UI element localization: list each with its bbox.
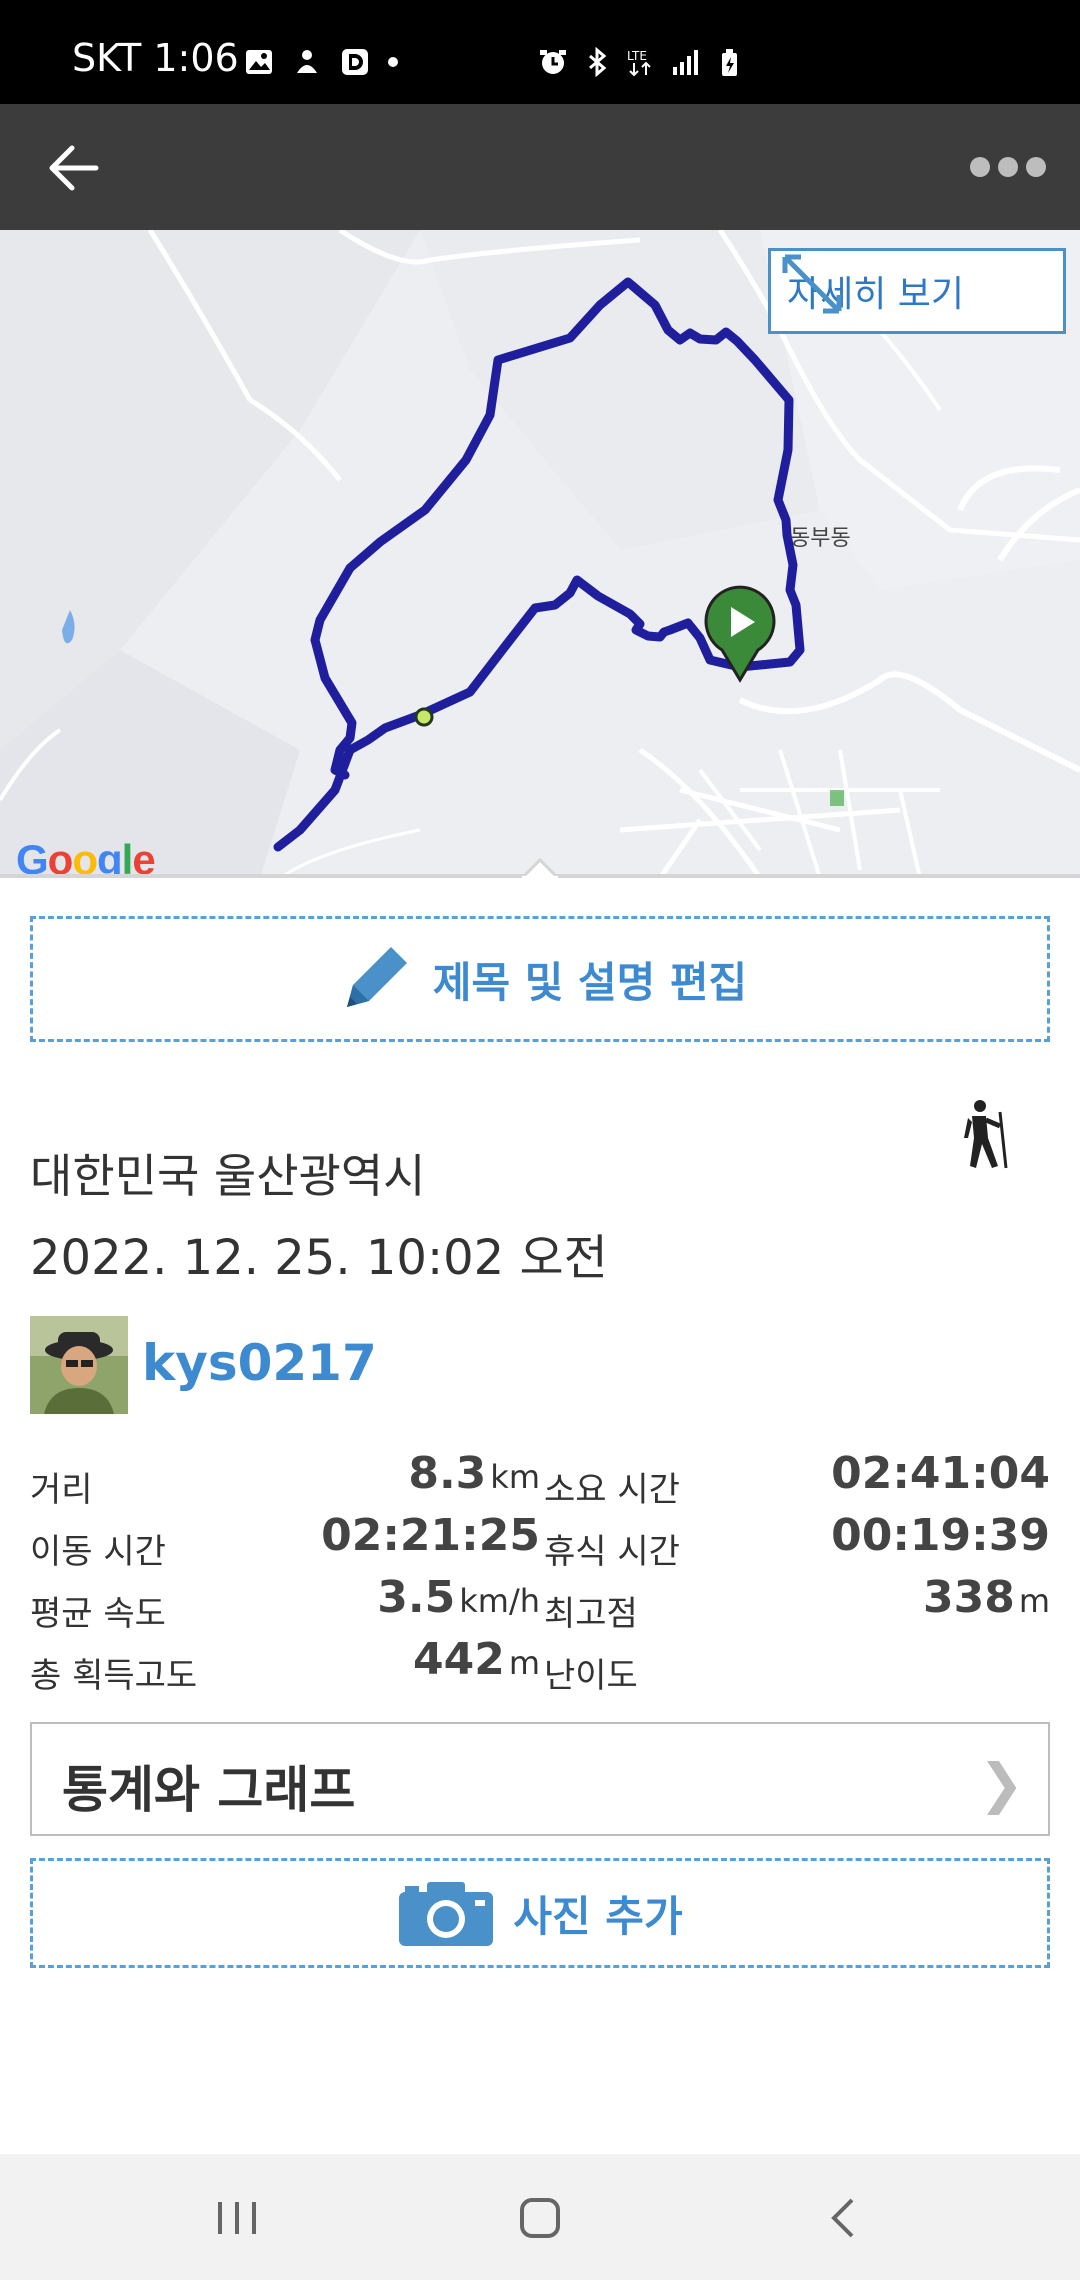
dot xyxy=(998,157,1018,177)
avg-speed-unit: km/h xyxy=(459,1582,540,1620)
map-pointer-icon xyxy=(522,858,558,878)
arrow-left-icon[interactable] xyxy=(48,144,100,192)
detail-view-button[interactable]: 자세히 보기 xyxy=(768,248,1066,334)
dot xyxy=(1026,157,1046,177)
status-time: SKT 1:06 xyxy=(72,36,239,80)
max-elevation-label: 최고점 xyxy=(544,1594,638,1634)
status-bar: SKT 1:06 LTE xyxy=(0,0,1080,104)
edit-title-label: 제목 및 설명 편집 xyxy=(432,957,748,1007)
distance-value: 8.3 xyxy=(408,1448,487,1499)
camera-icon xyxy=(399,1882,494,1946)
status-right-icons: LTE xyxy=(538,44,744,80)
difficulty-label: 난이도 xyxy=(544,1656,638,1696)
distance-label: 거리 xyxy=(30,1470,93,1510)
avg-speed-value-wrap: 3.5 km/h xyxy=(377,1572,540,1623)
home-icon[interactable] xyxy=(516,2194,564,2242)
dot-icon xyxy=(388,57,398,67)
edit-title-button[interactable]: 제목 및 설명 편집 xyxy=(30,916,1050,1042)
max-elevation-value: 338 xyxy=(922,1572,1015,1623)
duration-label: 소요 시간 xyxy=(544,1470,680,1510)
elevation-gain-value: 442 xyxy=(412,1634,505,1685)
moving-time-label: 이동 시간 xyxy=(30,1532,166,1572)
avatar-image xyxy=(30,1316,128,1414)
stat-row: 이동 시간 02:21:25 휴식 시간 00:19:39 xyxy=(30,1510,1050,1572)
battery-icon xyxy=(722,49,737,76)
add-photo-label: 사진 추가 xyxy=(513,1891,683,1941)
google-logo: Google xyxy=(16,836,156,878)
nav-back-icon[interactable] xyxy=(826,2194,860,2242)
svg-text:LTE: LTE xyxy=(627,49,647,63)
activity-location: 대한민국 울산광역시 xyxy=(30,1149,426,1203)
more-dots-icon[interactable] xyxy=(970,154,1046,180)
bluetooth-icon xyxy=(589,47,607,77)
chevron-right-icon: ❯ xyxy=(978,1752,1024,1815)
max-elevation-value-wrap: 338 m xyxy=(923,1572,1050,1623)
system-nav-bar xyxy=(0,2154,1080,2280)
stat-row: 평균 속도 3.5 km/h 최고점 338 m xyxy=(30,1572,1050,1634)
elevation-gain-label: 총 획득고도 xyxy=(30,1656,198,1696)
elevation-gain-unit: m xyxy=(508,1644,540,1682)
stat-row: 거리 8.3 km 소요 시간 02:41:04 xyxy=(30,1448,1050,1510)
stats-graph-label: 통계와 그래프 xyxy=(62,1761,356,1819)
app-bar xyxy=(0,104,1080,230)
map-poi-label: 동부동 xyxy=(790,526,851,551)
user-avatar[interactable] xyxy=(30,1316,128,1414)
d-app-icon xyxy=(342,49,368,75)
stats-graph-button[interactable]: 통계와 그래프 ❯ xyxy=(30,1722,1050,1836)
signal-icon xyxy=(673,50,698,75)
duration-value: 02:41:04 xyxy=(831,1448,1050,1499)
lte-icon: LTE xyxy=(627,49,651,77)
max-elevation-unit: m xyxy=(1018,1582,1050,1620)
recent-apps-icon[interactable] xyxy=(214,2198,260,2238)
avg-speed-label: 평균 속도 xyxy=(30,1594,166,1634)
hiker-icon xyxy=(964,1100,1008,1169)
username-link[interactable]: kys0217 xyxy=(142,1334,377,1392)
image-icon xyxy=(246,50,272,74)
elevation-gain-value-wrap: 442 m xyxy=(413,1634,540,1685)
avg-speed-value: 3.5 xyxy=(377,1572,456,1623)
stat-row: 총 획득고도 442 m 난이도 xyxy=(30,1634,1050,1696)
moving-time-value: 02:21:25 xyxy=(321,1510,540,1561)
expand-icon xyxy=(782,254,842,314)
activity-datetime: 2022. 12. 25. 10:02 오전 xyxy=(30,1230,608,1286)
alarm-icon xyxy=(540,50,566,74)
add-photo-button[interactable]: 사진 추가 xyxy=(30,1858,1050,1968)
status-left-icons xyxy=(244,44,398,80)
distance-unit: km xyxy=(490,1458,540,1496)
distance-value-wrap: 8.3 km xyxy=(408,1448,540,1499)
route-map[interactable]: 자세히 보기 동부동 Google xyxy=(0,230,1080,878)
rest-time-label: 휴식 시간 xyxy=(544,1532,680,1572)
pencil-icon xyxy=(346,947,407,1007)
dot xyxy=(970,157,990,177)
rest-time-value: 00:19:39 xyxy=(831,1510,1050,1561)
notification-icon xyxy=(297,50,317,73)
